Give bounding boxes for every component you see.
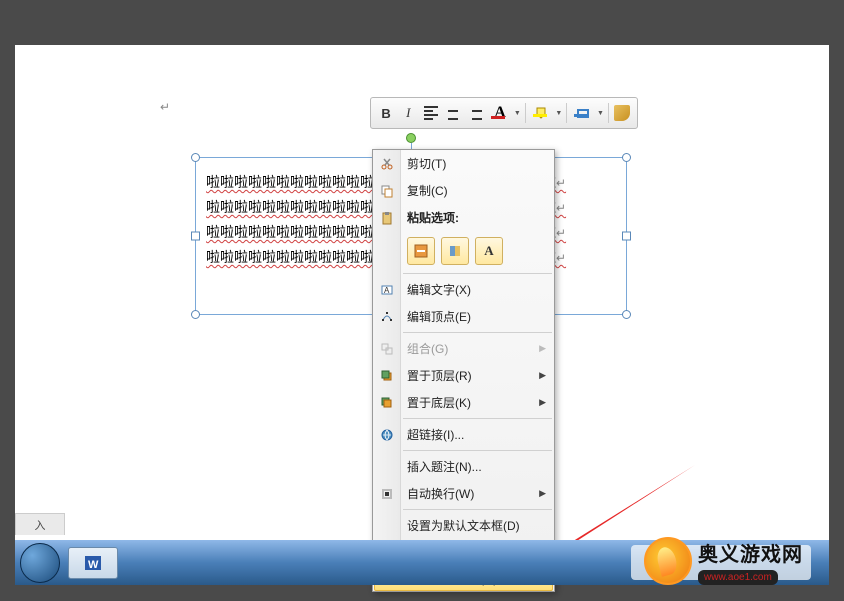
hyperlink-icon <box>378 426 396 444</box>
paragraph-mark: ↵ <box>160 100 170 114</box>
italic-button[interactable]: I <box>399 102 417 124</box>
font-color-button[interactable]: A <box>488 104 512 122</box>
menu-wrap-text[interactable]: 自动换行(W)▶ <box>373 480 554 507</box>
clipboard-icon <box>378 209 396 227</box>
format-painter-button[interactable] <box>613 102 631 124</box>
paste-keep-source[interactable] <box>407 237 435 265</box>
align-left-button[interactable] <box>421 102 439 124</box>
mini-toolbar: B I A ▼ ▼ ▼ <box>370 97 638 129</box>
align-center-button[interactable] <box>444 102 462 124</box>
bold-button[interactable]: B <box>377 102 395 124</box>
resize-handle-e[interactable] <box>622 232 631 241</box>
resize-handle-sw[interactable] <box>191 310 200 319</box>
watermark-logo: 奥义游戏网 www.aoe1.com <box>644 521 844 601</box>
rotation-handle[interactable] <box>406 133 416 143</box>
watermark-url: www.aoe1.com <box>698 570 778 585</box>
menu-paste-options-label: 粘贴选项: <box>373 204 554 231</box>
paste-options-row: A <box>373 231 554 271</box>
resize-handle-ne[interactable] <box>622 153 631 162</box>
chevron-down-icon[interactable]: ▼ <box>555 110 562 117</box>
align-right-button[interactable] <box>466 102 484 124</box>
scissors-icon <box>378 155 396 173</box>
svg-text:A: A <box>384 286 390 295</box>
send-back-icon <box>378 394 396 412</box>
chevron-down-icon[interactable]: ▼ <box>597 110 604 117</box>
highlight-button[interactable] <box>530 106 554 120</box>
menu-group: 组合(G)▶ <box>373 335 554 362</box>
svg-text:W: W <box>88 559 99 571</box>
flame-icon <box>644 537 692 585</box>
resize-handle-nw[interactable] <box>191 153 200 162</box>
start-button[interactable] <box>20 543 60 583</box>
menu-cut[interactable]: 剪切(T) <box>373 150 554 177</box>
copy-icon <box>378 182 396 200</box>
status-tab[interactable]: 入 <box>15 513 65 535</box>
menu-edit-points[interactable]: 编辑顶点(E) <box>373 303 554 330</box>
menu-edit-text[interactable]: A 编辑文字(X) <box>373 276 554 303</box>
chevron-down-icon[interactable]: ▼ <box>514 110 521 117</box>
bring-front-icon <box>378 367 396 385</box>
menu-set-default-textbox[interactable]: 设置为默认文本框(D) <box>373 512 554 539</box>
paste-text-only[interactable]: A <box>475 237 503 265</box>
menu-hyperlink[interactable]: 超链接(I)... <box>373 421 554 448</box>
context-menu: 剪切(T) 复制(C) 粘贴选项: A A 编辑文字(X) 编辑顶点(E) 组合… <box>372 149 555 592</box>
resize-handle-se[interactable] <box>622 310 631 319</box>
menu-insert-caption[interactable]: 插入题注(N)... <box>373 453 554 480</box>
menu-send-back[interactable]: 置于底层(K)▶ <box>373 389 554 416</box>
edit-points-icon <box>378 308 396 326</box>
wrap-icon <box>378 485 396 503</box>
watermark-title: 奥义游戏网 <box>698 538 803 567</box>
resize-handle-w[interactable] <box>191 232 200 241</box>
menu-bring-front[interactable]: 置于顶层(R)▶ <box>373 362 554 389</box>
paste-merge[interactable] <box>441 237 469 265</box>
group-icon <box>378 340 396 358</box>
edit-text-icon: A <box>378 281 396 299</box>
shape-outline-button[interactable] <box>571 106 595 120</box>
taskbar-word-icon[interactable]: W <box>68 547 118 579</box>
menu-copy[interactable]: 复制(C) <box>373 177 554 204</box>
